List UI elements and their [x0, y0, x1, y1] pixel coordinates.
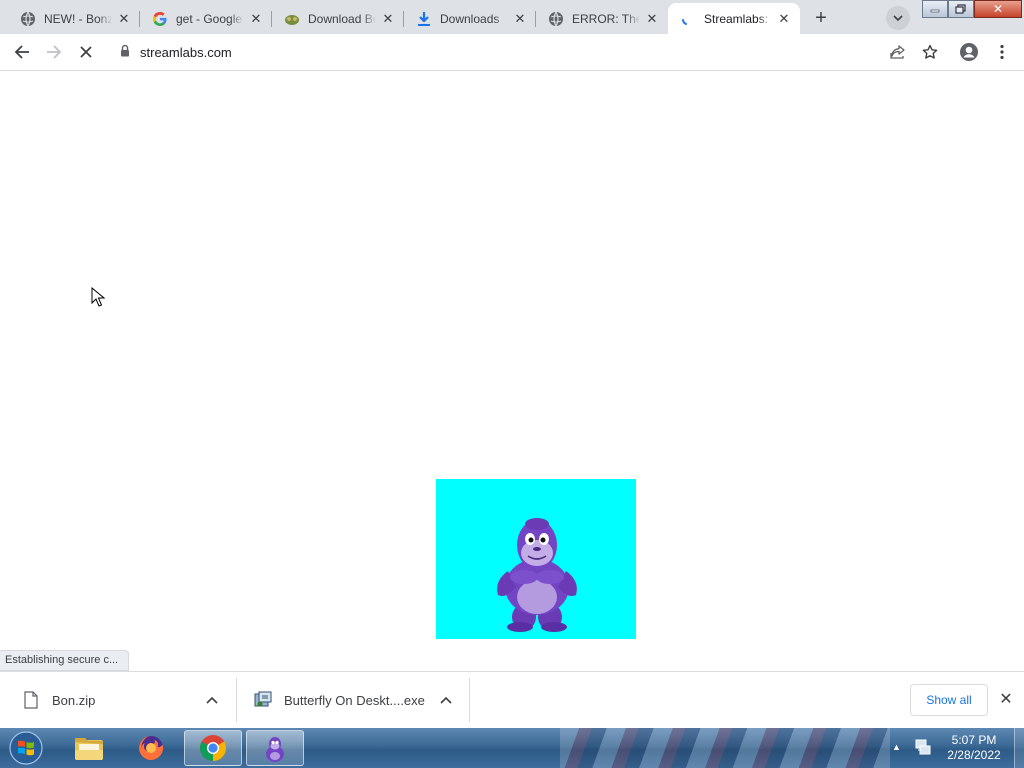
browser-toolbar: streamlabs.com	[0, 34, 1024, 71]
tab-streamlabs[interactable]: Streamlabs: Live ✕	[668, 3, 800, 34]
tab-title: Download BonziBuddy	[308, 11, 376, 26]
stop-loading-button[interactable]	[72, 38, 100, 66]
download-filename: Bon.zip	[52, 692, 96, 708]
tab-title: NEW! - Bonzi	[44, 11, 112, 26]
download-options-button[interactable]	[436, 690, 456, 710]
loading-spinner-icon	[680, 11, 696, 27]
url-text: streamlabs.com	[140, 44, 232, 60]
chevron-up-icon	[440, 696, 452, 704]
file-icon	[20, 689, 42, 711]
download-shelf: Bon.zip Butterfly On Deskt....exe Show a…	[0, 671, 1024, 728]
close-icon: ✕	[992, 2, 1004, 16]
download-item-bon-zip[interactable]: Bon.zip	[20, 678, 230, 722]
minimize-button[interactable]	[922, 0, 948, 18]
google-icon	[152, 11, 168, 27]
close-icon	[80, 46, 92, 58]
share-button[interactable]	[884, 38, 912, 66]
star-icon	[922, 44, 938, 59]
address-bar[interactable]: streamlabs.com	[106, 37, 950, 67]
arrow-left-icon	[14, 45, 29, 59]
close-tab-icon[interactable]: ✕	[380, 11, 396, 27]
avatar-icon	[960, 43, 978, 61]
download-options-button[interactable]	[202, 690, 222, 710]
taskbar-explorer[interactable]	[60, 730, 118, 766]
close-tab-icon[interactable]: ✕	[644, 11, 660, 27]
lock-icon	[120, 44, 130, 60]
close-download-shelf-icon[interactable]: ✕	[996, 689, 1016, 709]
download-icon	[416, 11, 432, 27]
firefox-icon	[139, 736, 164, 760]
tab-title: ERROR: The request	[572, 11, 640, 26]
taskbar-chrome[interactable]	[184, 730, 242, 766]
tab-downloads[interactable]: Downloads ✕	[404, 3, 536, 34]
chevron-down-icon	[893, 15, 903, 22]
close-tab-icon[interactable]: ✕	[512, 11, 528, 27]
profile-button[interactable]	[955, 38, 983, 66]
desktop-wallpaper-strip	[560, 728, 890, 768]
menu-button[interactable]	[988, 38, 1016, 66]
download-divider	[469, 678, 470, 722]
download-filename: Butterfly On Deskt....exe	[284, 692, 425, 708]
tab-search-button[interactable]	[886, 6, 910, 30]
taskbar-bonzi-buddy[interactable]	[246, 730, 304, 766]
chrome-icon	[199, 735, 227, 762]
show-desktop-button[interactable]	[1014, 728, 1024, 768]
back-button[interactable]	[8, 38, 36, 66]
show-all-downloads-button[interactable]: Show all	[910, 684, 988, 716]
bonzi-buddy-image	[436, 479, 636, 639]
clock-date: 2/28/2022	[947, 748, 1001, 762]
forward-button[interactable]	[40, 38, 68, 66]
globe-icon	[20, 11, 36, 27]
tab-strip: NEW! - Bonzi ✕ get - Google Search ✕ Dow…	[0, 0, 1024, 34]
new-tab-button[interactable]: +	[808, 5, 834, 31]
chevron-up-icon	[206, 696, 218, 704]
bonzi-favicon-icon	[284, 11, 300, 27]
page-content: Establishing secure c...	[0, 71, 1024, 671]
share-icon	[890, 45, 905, 59]
windows-explorer-icon	[75, 738, 103, 760]
tab-title: Downloads	[440, 11, 500, 26]
window-controls: ✕	[922, 0, 1024, 20]
globe-icon	[548, 11, 564, 27]
windows-start-icon	[9, 731, 43, 765]
arrow-right-icon	[47, 45, 62, 59]
taskbar-firefox[interactable]	[122, 730, 180, 766]
minimize-icon	[930, 9, 940, 13]
close-tab-icon[interactable]: ✕	[776, 11, 792, 27]
restore-button[interactable]	[948, 0, 974, 18]
bookmark-button[interactable]	[916, 38, 944, 66]
system-clock[interactable]: 5:07 PM 2/28/2022	[938, 733, 1010, 763]
show-hidden-icons-button[interactable]: ▲	[892, 742, 901, 752]
tab-new-bonzi[interactable]: NEW! - Bonzi ✕	[8, 3, 140, 34]
tab-title: Streamlabs: Live	[704, 11, 772, 26]
mouse-cursor-icon	[91, 286, 106, 310]
tab-error[interactable]: ERROR: The request ✕	[536, 3, 668, 34]
tab-title: get - Google Search	[176, 11, 244, 26]
close-tab-icon[interactable]: ✕	[248, 11, 264, 27]
purple-gorilla-icon	[497, 518, 577, 632]
restore-icon	[955, 4, 966, 14]
windows-taskbar: ▲ 5:07 PM 2/28/2022	[0, 728, 1024, 768]
bonzi-buddy-icon	[266, 737, 284, 762]
start-button[interactable]	[6, 729, 46, 767]
window-close-button[interactable]: ✕	[974, 0, 1022, 18]
download-divider	[236, 678, 237, 722]
status-bubble: Establishing secure c...	[0, 650, 130, 671]
tab-google-search[interactable]: get - Google Search ✕	[140, 3, 272, 34]
network-icon[interactable]	[914, 738, 932, 759]
download-item-butterfly-exe[interactable]: Butterfly On Deskt....exe	[252, 678, 462, 722]
tab-download-bonzi[interactable]: Download BonziBuddy ✕	[272, 3, 404, 34]
close-tab-icon[interactable]: ✕	[116, 11, 132, 27]
more-vert-icon	[1000, 44, 1004, 60]
installer-icon	[252, 689, 274, 711]
clock-time: 5:07 PM	[951, 733, 997, 747]
